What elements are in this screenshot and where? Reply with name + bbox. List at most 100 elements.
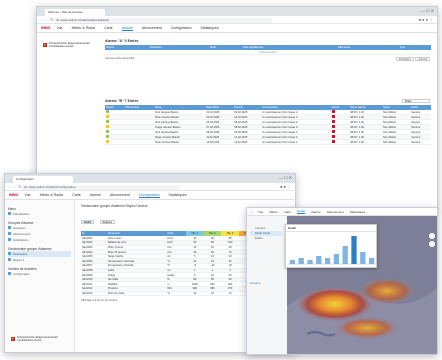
app-logo[interactable]: IMMO <box>41 26 51 30</box>
zoom-out-icon[interactable] <box>429 241 435 247</box>
precip-cell-3 <box>333 316 401 340</box>
tab-seuils[interactable]: Seuils <box>81 220 95 224</box>
radar-sidebar: Couches Radar précip. Éclairs Genève <box>250 226 282 285</box>
status-icon <box>106 125 109 129</box>
section-a-title: Alarme "A" 0 Entrée <box>105 39 139 43</box>
menu-item-carte[interactable]: Carte <box>284 210 291 214</box>
folder-icon <box>8 212 11 215</box>
folder-icon <box>8 226 11 229</box>
table-cell: 08:00 / 1.00 <box>349 139 382 146</box>
next-button[interactable]: Suivant <box>415 57 430 62</box>
menu-item-meteo[interactable]: Météo <box>269 210 277 214</box>
filter-input[interactable]: Filtrer <box>402 99 430 103</box>
menu-item-vue[interactable]: Vue <box>25 193 31 197</box>
table-cell: 22 <box>203 291 222 297</box>
alarm-section-b: Alarme "B" 7 Entrée Filtrer Région Phénom… <box>105 99 431 146</box>
table-cell: 13.02.2025 <box>205 139 234 146</box>
folder-icon <box>8 252 11 255</box>
section-b-title: Alarme "B" 7 Entrée <box>105 99 139 103</box>
radar-timeline-chart[interactable] <box>288 232 376 266</box>
zoom-in-icon[interactable] <box>429 233 435 239</box>
warning-icon <box>331 115 335 119</box>
window-controls[interactable]: — ☐ ✕ <box>279 175 292 180</box>
federal-logo: Schweizerische Eidgenossenschaft Confédé… <box>43 42 90 48</box>
table-row[interactable]: Pluie Genève Bassin 13.02.2025 14.02.2025 U… <box>105 139 431 146</box>
warning-icon <box>331 130 335 134</box>
browser-tab[interactable]: Alarmes - Ville de Genève <box>45 9 105 16</box>
menu-item-configuration[interactable]: Configuration <box>138 193 160 198</box>
menu-item-statistiques[interactable]: Statistiques <box>201 26 219 30</box>
menu-item-carte[interactable]: Carte <box>104 26 113 30</box>
sidebar-item[interactable]: Configuration <box>8 271 71 277</box>
section-a-footer: Aucune entrée disponible Précédent Suiva… <box>105 57 431 62</box>
menu-item-meteo[interactable]: Météo & Radar <box>40 193 64 197</box>
table-cell: Genève <box>410 139 431 146</box>
browser-tab[interactable]: Configuration <box>13 176 73 183</box>
menu-item-statistiques[interactable]: Statistiques <box>169 193 187 197</box>
menu-item-abonnement[interactable]: Abonnement <box>110 193 130 197</box>
timeline-bar[interactable] <box>351 236 357 264</box>
window-controls[interactable]: — ☐ ✕ <box>421 8 434 13</box>
timeline-bar[interactable] <box>333 254 340 264</box>
menu-item-alarme[interactable]: Alarme <box>311 210 321 214</box>
timeline-bar[interactable] <box>342 246 348 264</box>
nav-arrows-icon[interactable]: ← → ↻ <box>8 184 22 189</box>
tab-regions[interactable]: Régions <box>99 220 116 224</box>
timeline-bar[interactable] <box>324 258 331 264</box>
sidebar-item-label: Notifications <box>13 238 29 242</box>
menu-item-configuration[interactable]: Configuration <box>171 26 192 30</box>
timeline-bar[interactable] <box>368 258 375 264</box>
radar-panel: Radar <box>285 224 377 268</box>
extension-icons[interactable]: ●●●⋮ <box>419 17 434 22</box>
folder-icon <box>8 232 11 235</box>
warning-icon <box>331 140 335 144</box>
federal-line2: Confédération suisse <box>17 339 42 342</box>
sidebar-item[interactable]: Région 3 <box>8 257 71 263</box>
folder-icon <box>8 258 11 261</box>
timeline-bar[interactable] <box>298 258 304 264</box>
menu-item-statistiques[interactable]: Statistiques <box>350 210 366 214</box>
table-cell: GE-0013 <box>81 291 107 297</box>
sidebar-item-label: Région 3 <box>13 258 25 262</box>
sidebar-item[interactable]: Notifications <box>8 237 71 243</box>
address-bar: ← → ↻ ch.meteo.admin.ch/alerts/configura… <box>5 183 295 191</box>
prev-button[interactable]: Précédent <box>395 57 414 62</box>
sidebar-item[interactable]: Classification <box>8 211 71 217</box>
menu-item-alarme[interactable]: Alarme <box>90 193 101 197</box>
empty-message: Aucune entrée <box>105 50 431 56</box>
nav-arrows-icon[interactable]: ← → ↻ <box>40 17 54 22</box>
timeline-bar[interactable] <box>307 260 313 264</box>
radar-sidebar-item[interactable]: Éclairs <box>250 236 282 241</box>
timeline-bar[interactable] <box>289 260 296 264</box>
menu-item-abonnement[interactable]: Abonnement <box>142 26 162 30</box>
section-b-table: Région Phénomène Alerte Date début Date fin C… <box>105 105 431 146</box>
table-cell: 24 <box>221 291 239 297</box>
app-logo[interactable]: IMMO <box>9 193 19 197</box>
menu-item-alarme[interactable]: Alarme <box>121 26 133 31</box>
menu-item-carte[interactable]: Carte <box>72 193 81 197</box>
swiss-flag-icon <box>43 43 47 47</box>
warning-icon <box>331 120 335 124</box>
sidebar-item-label: Inscription <box>13 226 26 230</box>
location-label: Genève <box>250 281 261 285</box>
url-field[interactable]: ch.meteo.admin.ch/alerts/administration <box>53 17 273 23</box>
menu-item-vue[interactable]: Vue <box>258 210 263 214</box>
menu-item-radar[interactable]: Radar <box>297 209 306 214</box>
sidebar-item-label: Configuration <box>13 272 30 276</box>
extension-icons[interactable]: ●●⋮ <box>280 184 292 189</box>
table-cell <box>330 139 350 146</box>
app-logo-icon[interactable]: ▪ <box>251 210 252 214</box>
status-icon <box>106 120 109 124</box>
status-icon <box>106 130 109 134</box>
table-cell <box>105 139 125 146</box>
timeline-bar[interactable] <box>316 256 322 264</box>
sidebar-item-label: Paramètres <box>13 252 28 256</box>
precip-cell-2 <box>357 277 417 305</box>
menu-item-abonnement[interactable]: Abonnement <box>327 210 344 214</box>
menu-item-vue[interactable]: Vue <box>57 26 63 30</box>
timeline-bar[interactable] <box>360 252 366 264</box>
table-cell: 14.02.2025 <box>233 139 262 146</box>
url-field[interactable]: ch.meteo.admin.ch/alerts/configuration <box>21 184 181 190</box>
warning-icon <box>331 110 335 114</box>
menu-item-meteo[interactable]: Météo & Radar <box>72 26 96 30</box>
